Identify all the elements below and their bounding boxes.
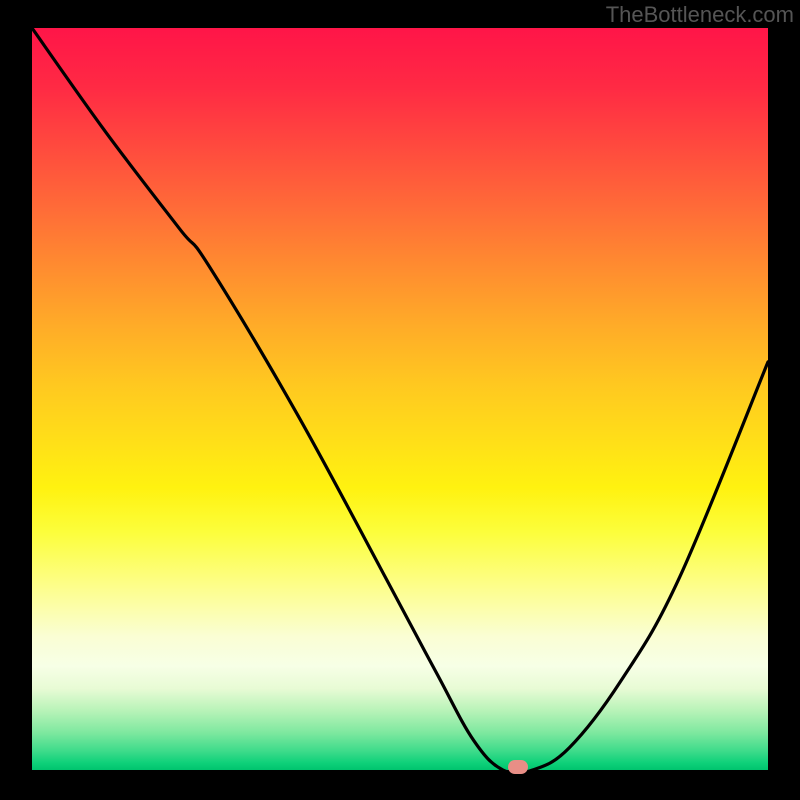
curve-svg [32, 28, 768, 770]
bottleneck-curve-path [32, 28, 768, 770]
chart-frame: TheBottleneck.com [0, 0, 800, 800]
optimal-marker [508, 760, 528, 774]
plot-area [32, 28, 768, 770]
watermark-label: TheBottleneck.com [606, 2, 794, 28]
